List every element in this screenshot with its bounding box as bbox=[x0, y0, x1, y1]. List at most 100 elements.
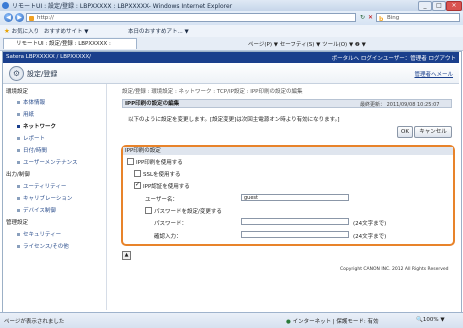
status-bar: ページが表示されました ● インターネット | 保護モード: 有効 🔍100% … bbox=[0, 312, 463, 328]
command-bar[interactable]: ページ(P) ▼ セーフティ(S) ▼ ツール(O) ▼ ❷ ▼ bbox=[248, 40, 366, 48]
stop-icon[interactable]: ✕ bbox=[368, 14, 373, 21]
sidebar-item-label: デバイス制御 bbox=[23, 208, 56, 214]
sidebar-item-network[interactable]: ネットワーク bbox=[17, 122, 56, 130]
page-top-icon[interactable]: ▲ bbox=[122, 251, 131, 260]
sidebar-item-label: ネットワーク bbox=[23, 124, 57, 130]
status-text: ページが表示されました bbox=[4, 319, 65, 325]
breadcrumb: 設定/登録 : 環境設定 : ネットワーク : TCP/IP設定 : IPP印刷… bbox=[122, 89, 303, 95]
password-hint: (24文字まで) bbox=[353, 221, 387, 227]
address-toolbar: ◀ ▶ http:// ↻ ✕ b Bing bbox=[0, 11, 463, 25]
sidebar-item-calibration[interactable]: キャリブレーション bbox=[17, 194, 72, 202]
sidebar-item-datetime[interactable]: 日付/時間 bbox=[17, 146, 47, 154]
sidebar-item-paper[interactable]: 用紙 bbox=[17, 110, 34, 118]
sidebar-item-user-maintenance[interactable]: ユーザーメンテナンス bbox=[17, 158, 78, 166]
bullet-icon bbox=[17, 125, 20, 128]
back-icon[interactable]: ◀ bbox=[4, 13, 13, 22]
copyright: Copyright CANON INC. 2012 All Rights Res… bbox=[340, 267, 449, 272]
bullet-icon bbox=[17, 101, 20, 104]
page-header: ⚙ 設定/登録 管理者へメール bbox=[3, 63, 459, 84]
search-input[interactable]: b Bing bbox=[376, 13, 460, 23]
page-title: 設定/登録 bbox=[27, 70, 58, 78]
tab-bar: リモートUI : 設定/登録 : LBPXXXXX : LBPXXX... ペー… bbox=[0, 37, 463, 58]
ie-logo-icon bbox=[2, 2, 9, 9]
minimize-button[interactable]: _ bbox=[418, 1, 432, 11]
sidebar-heading-environment: 環境設定 bbox=[6, 89, 29, 95]
header-links[interactable]: ポータルへ ログインユーザー：管理者 ログアウト bbox=[332, 54, 456, 62]
sidebar-item-label: レポート bbox=[23, 136, 46, 142]
top-banner: Satera LBPXXXXX / LBPXXXXX/ ポータルへ ログインユー… bbox=[3, 52, 459, 63]
bullet-icon bbox=[17, 149, 20, 152]
use-ipp-checkbox[interactable] bbox=[127, 158, 134, 165]
confirm-hint: (24文字まで) bbox=[353, 234, 387, 240]
use-auth-label: IPP認証を使用する bbox=[143, 184, 190, 190]
sidebar-item-label: ライセンス/その他 bbox=[23, 244, 69, 250]
favorites-label: お気に入り bbox=[11, 29, 40, 35]
bullet-icon bbox=[17, 197, 20, 200]
suggested-sites-label: おすすめサイト ▼ bbox=[44, 29, 89, 35]
brand-model: Satera LBPXXXXX / LBPXXXXX/ bbox=[6, 54, 91, 60]
sidebar-item-device-info[interactable]: 本体情報 bbox=[17, 98, 45, 106]
address-text: http:// bbox=[37, 15, 54, 21]
bullet-icon bbox=[17, 209, 20, 212]
mail-admin-link[interactable]: 管理者へメール bbox=[414, 70, 453, 78]
bullet-icon bbox=[17, 245, 20, 248]
zoom-icon: 🔍 bbox=[416, 317, 423, 323]
username-field[interactable]: guest bbox=[241, 194, 349, 201]
sidebar-item-label: 本体情報 bbox=[23, 100, 46, 106]
close-button[interactable]: × bbox=[446, 1, 462, 11]
bullet-icon bbox=[17, 113, 20, 116]
sidebar-item-device-control[interactable]: デバイス制御 bbox=[17, 206, 56, 214]
sidebar-item-label: 日付/時間 bbox=[23, 148, 47, 154]
model-name: LBPXXXXX / LBPXXXXX/ bbox=[25, 54, 91, 60]
brand-name: Satera bbox=[6, 54, 25, 60]
maximize-button[interactable]: □ bbox=[432, 1, 446, 11]
search-placeholder: Bing bbox=[387, 15, 400, 21]
last-updated: 最終更新： 2011/09/08 10:25:07 bbox=[360, 102, 440, 108]
bullet-icon bbox=[17, 161, 20, 164]
set-password-label: パスワードを設定/変更する bbox=[154, 209, 222, 215]
sidebar-item-license[interactable]: ライセンス/その他 bbox=[17, 242, 69, 250]
web-slice-label: 本日のおすすめアト... ▼ bbox=[128, 29, 189, 35]
zone-text: インターネット | 保護モード: 有効 bbox=[292, 319, 379, 325]
set-password-checkbox[interactable] bbox=[145, 207, 152, 214]
sidebar-item-label: ユーザーメンテナンス bbox=[23, 160, 78, 166]
bullet-icon bbox=[17, 137, 20, 140]
sidebar-item-label: キャリブレーション bbox=[23, 196, 73, 202]
sidebar: 環境設定 本体情報 用紙 ネットワーク レポート 日付/時間 ユーザーメンテナン… bbox=[3, 84, 107, 310]
use-ssl-label: SSLを使用する bbox=[143, 172, 181, 178]
sidebar-item-label: 用紙 bbox=[23, 112, 35, 118]
zoom-level: 100% bbox=[422, 317, 439, 323]
bing-icon: b bbox=[379, 16, 384, 23]
use-auth-checkbox[interactable] bbox=[134, 181, 141, 189]
browser-tab[interactable]: リモートUI : 設定/登録 : LBPXXXXX : LBPXXX... bbox=[3, 38, 137, 58]
sidebar-item-label: ユーティリティー bbox=[23, 184, 67, 190]
refresh-icon[interactable]: ↻ bbox=[360, 14, 365, 21]
confirm-password-field[interactable] bbox=[241, 231, 349, 238]
sidebar-item-security[interactable]: セキュリティー bbox=[17, 230, 61, 238]
zoom-control[interactable]: 🔍100% ▼ bbox=[416, 317, 445, 323]
sidebar-item-label: セキュリティー bbox=[23, 232, 62, 238]
globe-icon: ● bbox=[286, 319, 291, 325]
web-slice-link[interactable]: 本日のおすすめアト... ▼ bbox=[128, 27, 189, 35]
confirm-label: 確認入力： bbox=[154, 234, 182, 240]
use-ipp-label: IPP印刷を使用する bbox=[136, 160, 183, 166]
zone-indicator: ● インターネット | 保護モード: 有効 bbox=[286, 317, 379, 325]
sidebar-heading-management: 管理設定 bbox=[6, 220, 29, 226]
address-bar[interactable]: http:// bbox=[26, 13, 356, 22]
forward-icon[interactable]: ▶ bbox=[15, 13, 24, 22]
favorites-button[interactable]: ★ お気に入り bbox=[4, 27, 39, 35]
sidebar-item-utility[interactable]: ユーティリティー bbox=[17, 182, 66, 190]
info-message: 以下のように設定を変更します。[設定変更]は次回主電源オン時より有効になります。… bbox=[128, 117, 340, 123]
settings-header: IPP印刷の設定 bbox=[123, 147, 453, 155]
bullet-icon bbox=[17, 233, 20, 236]
settings-gear-icon: ⚙ bbox=[9, 66, 24, 81]
suggested-sites-link[interactable]: おすすめサイト ▼ bbox=[44, 27, 88, 35]
password-field[interactable] bbox=[241, 218, 349, 225]
page-icon bbox=[29, 16, 34, 21]
ok-button[interactable]: OK bbox=[397, 126, 413, 138]
star-icon: ★ bbox=[4, 27, 10, 35]
cancel-button[interactable]: キャンセル bbox=[414, 126, 452, 138]
window-title: リモートUI : 設定/登録 : LBPXXXXX : LBPXXXXX- Wi… bbox=[12, 3, 233, 10]
use-ssl-checkbox[interactable] bbox=[134, 170, 141, 177]
sidebar-item-report[interactable]: レポート bbox=[17, 134, 45, 142]
